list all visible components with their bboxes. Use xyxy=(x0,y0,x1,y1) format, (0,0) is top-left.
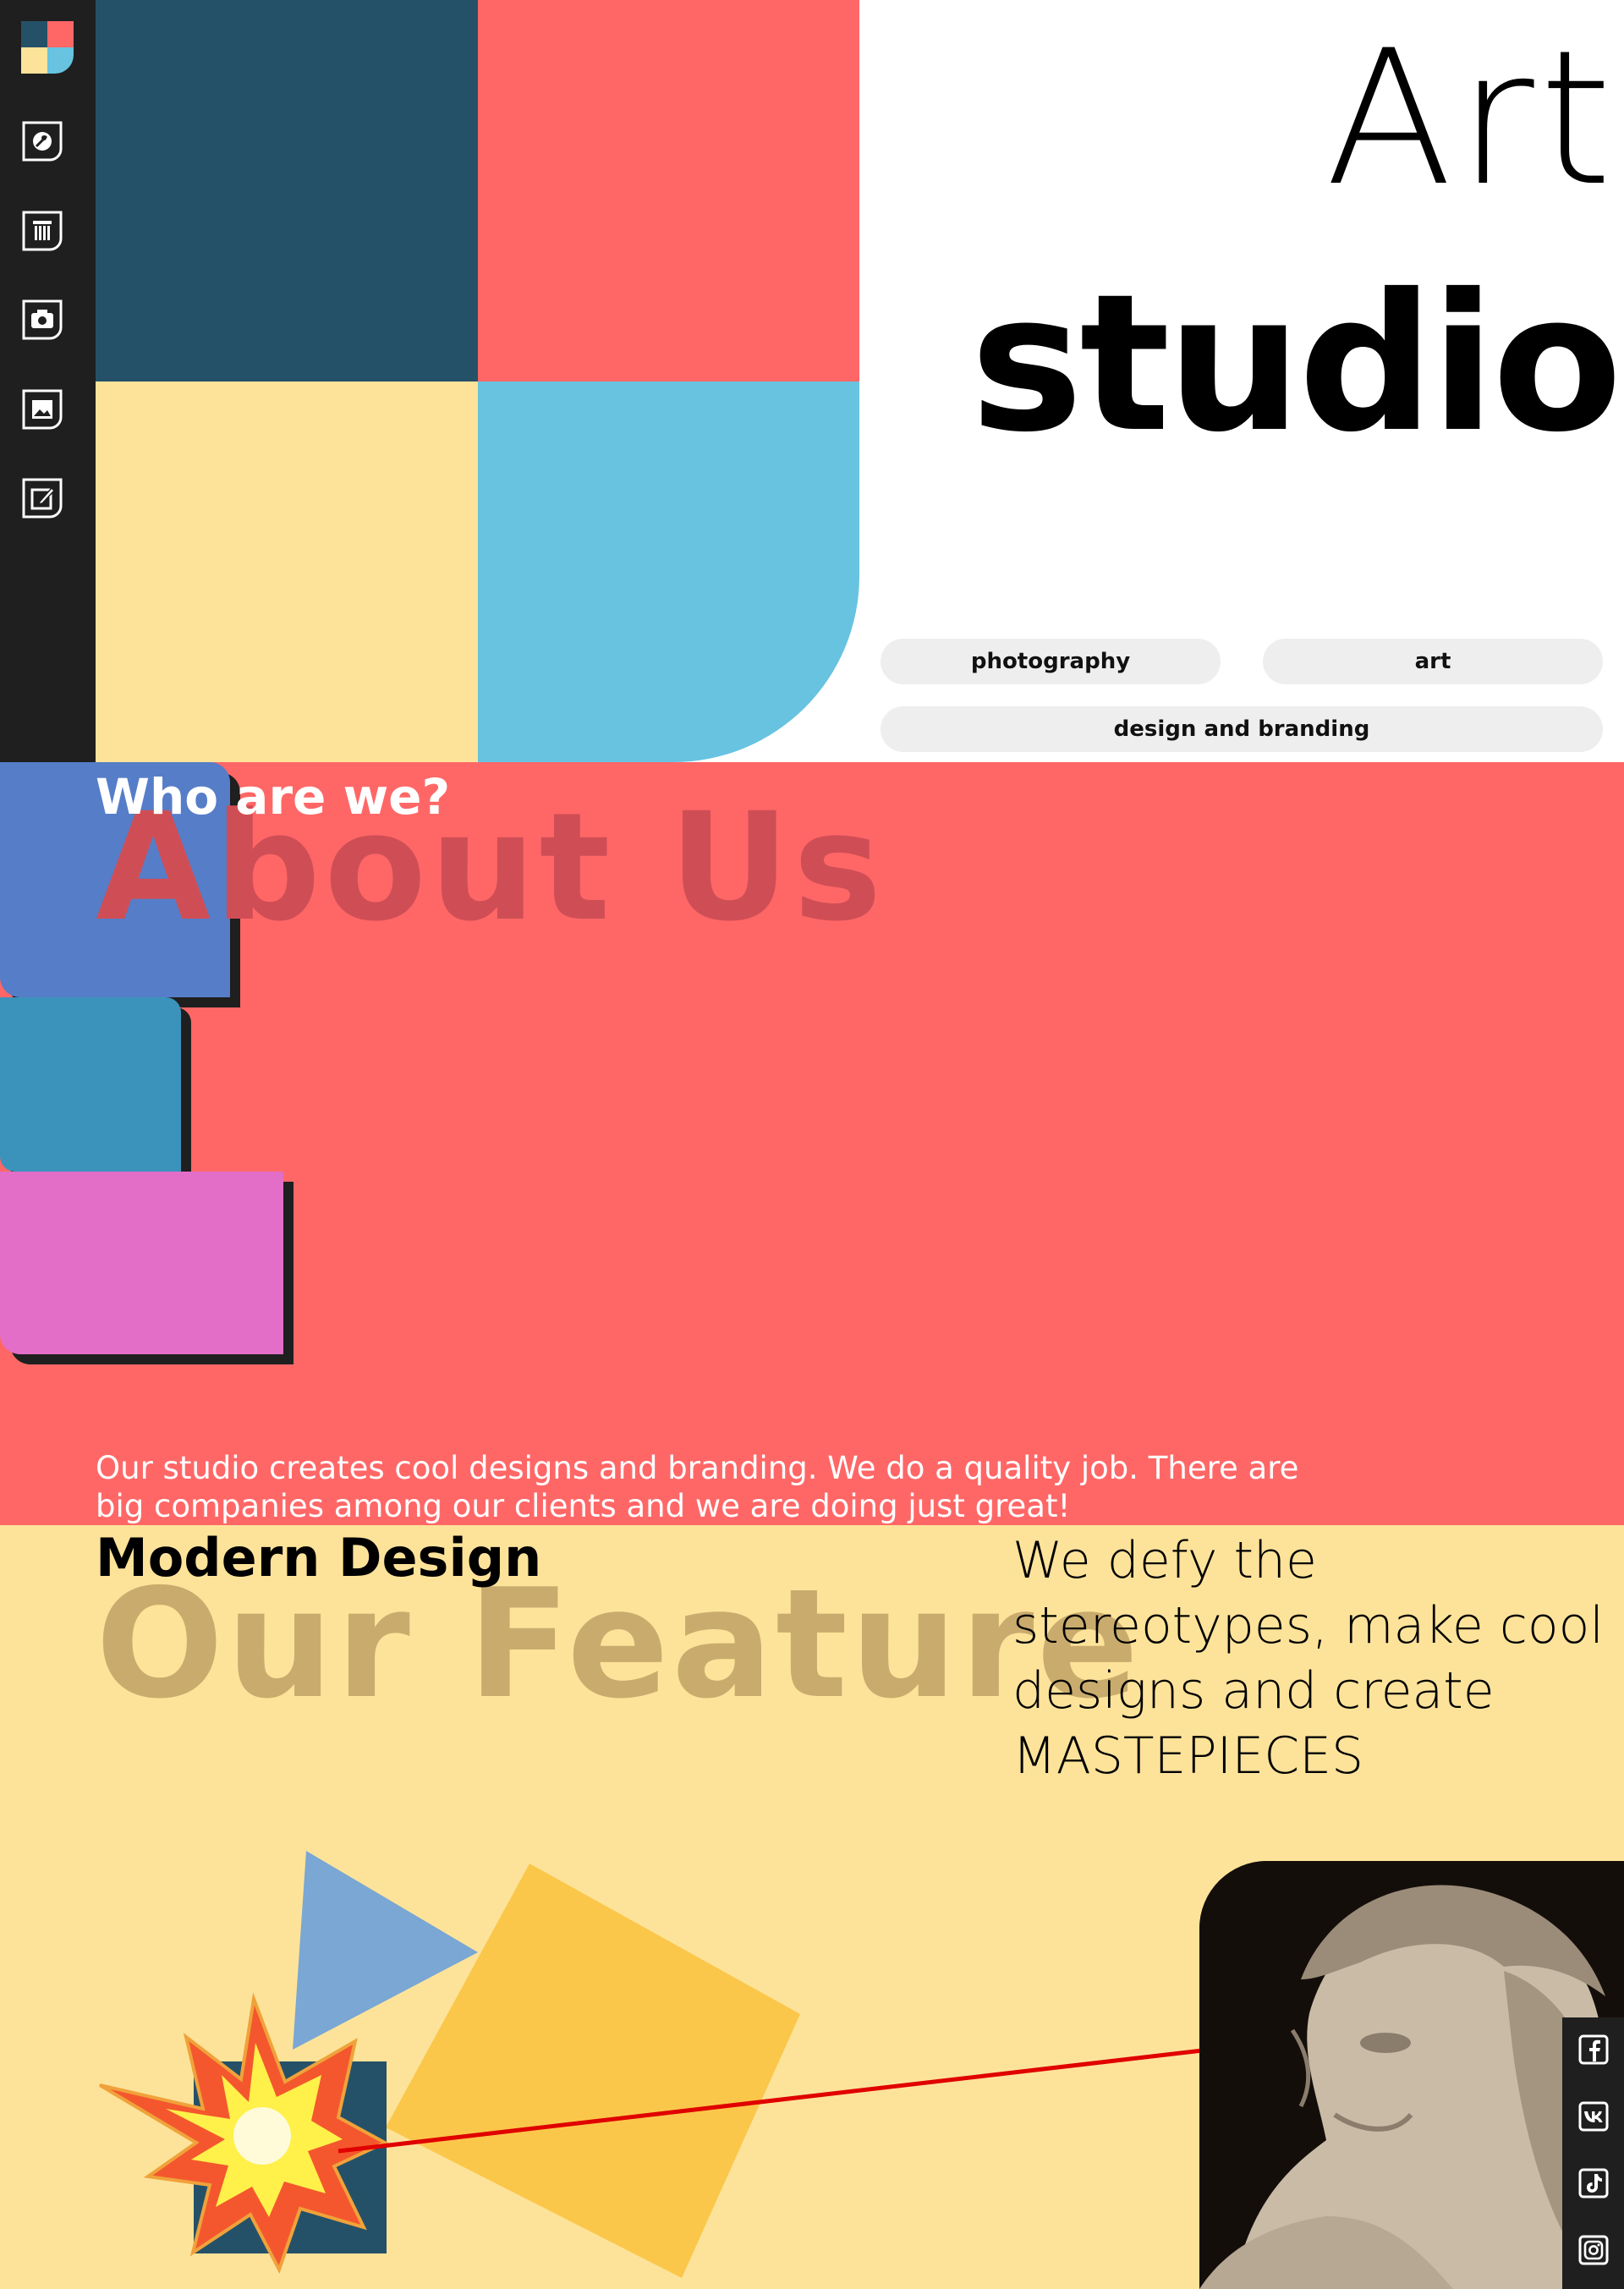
statue-bust-image xyxy=(1199,1861,1624,2289)
tag-art[interactable]: art xyxy=(1263,639,1603,684)
column-icon[interactable] xyxy=(21,210,63,252)
tag-design-and-branding[interactable]: design and branding xyxy=(881,706,1603,752)
hero-cream-block xyxy=(96,382,478,762)
social-sidebar xyxy=(1562,2017,1624,2289)
hero-coral-block xyxy=(478,0,859,382)
hero-navy-block xyxy=(96,0,478,382)
instagram-icon[interactable] xyxy=(1577,2233,1610,2267)
logo-icon[interactable] xyxy=(21,21,74,74)
edit-icon[interactable] xyxy=(21,477,63,519)
vk-icon[interactable] xyxy=(1577,2100,1610,2133)
tiktok-icon[interactable] xyxy=(1577,2166,1610,2200)
camera-icon[interactable] xyxy=(21,299,63,341)
palette-icon[interactable] xyxy=(21,120,63,162)
about-text: Our studio creates cool designs and bran… xyxy=(96,1450,1299,1524)
about-kicker: Who are we? xyxy=(96,768,451,826)
hero-title-studio: studio xyxy=(970,253,1622,474)
feature-section: Our Feature Modern Design We defy the st… xyxy=(0,1525,1624,2289)
sidebar xyxy=(0,0,96,762)
image-icon[interactable] xyxy=(21,388,63,431)
tag-photography[interactable]: photography xyxy=(881,639,1221,684)
hero-sky-block xyxy=(478,382,859,762)
hero-title-art: Art xyxy=(1325,10,1617,227)
facebook-icon[interactable] xyxy=(1577,2033,1610,2067)
decor-pink-square xyxy=(0,1172,283,1354)
decor-yellow-square xyxy=(386,1864,800,2278)
decor-teal-square xyxy=(0,997,181,1172)
about-section: About Us Who are we? Our studio creates … xyxy=(0,762,1624,1525)
